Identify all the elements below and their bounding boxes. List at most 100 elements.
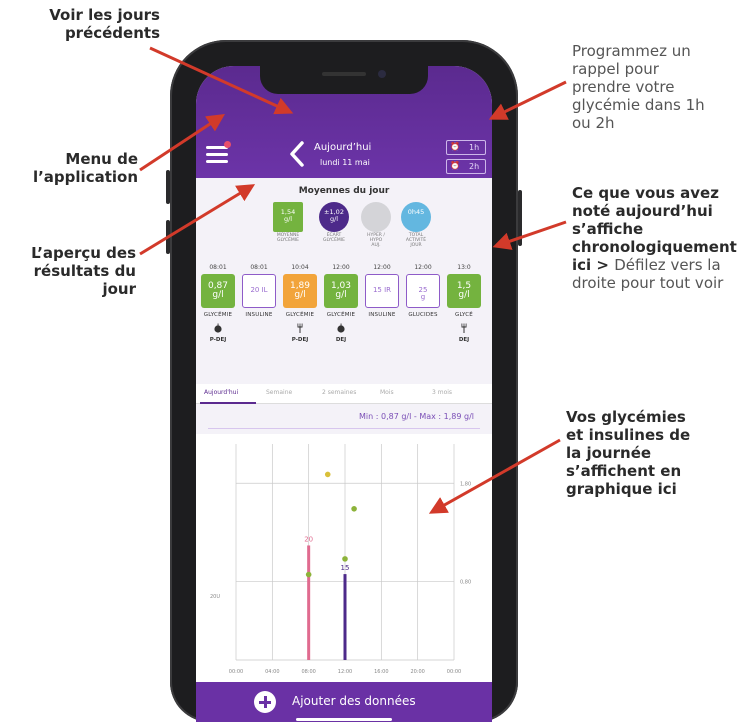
home-indicator [296,718,392,721]
active-tab-indicator [200,402,256,404]
y-tick-label: 0,80 [460,579,471,585]
period-tab[interactable]: 2 semaines [322,389,356,396]
average-label: HYPER / HYPO AUJ. [367,233,385,248]
entry-value: 20 IL [242,274,276,308]
period-tab[interactable]: Semaine [266,389,292,396]
x-tick-label: 12:00 [338,669,352,675]
phone-power-button [518,190,522,246]
insulin-bar [343,574,347,660]
reminder-1h-button[interactable]: ⏰ 1h [446,140,486,155]
insulin-bar-label: 20 [304,535,313,543]
reminder-2h-button[interactable]: ⏰ 2h [446,159,486,174]
entry-time: 12:00 [373,264,391,271]
x-tick-label: 08:00 [301,669,315,675]
y-tick-label: 1,80 [460,481,471,487]
entry-category: GLUCIDES [408,312,438,318]
fork-icon [461,323,467,333]
averages-title: Moyennes du jour [298,186,390,196]
apple-icon [337,323,345,333]
timeline-entry[interactable]: 08:01 0,87 g/l GLYCÉMIE P-DEJ [198,264,238,343]
fork-icon [297,323,303,333]
insulin-axis-label: 20U [210,594,220,600]
entry-value: 1,03 g/l [324,274,358,308]
daily-average-item: 1,54 g/l MOYENNE GLYCÉMIE [268,202,308,244]
entry-value: 0,87 g/l [201,274,235,308]
entry-meal: DEJ [458,337,470,343]
timeline-entry[interactable]: 13:0 1,5 g/l GLYCÉ DEJ [444,264,484,343]
entry-category: GLYCÉ [455,312,473,318]
entry-value: 15 IR [365,274,399,308]
entry-meal: P-DEJ [209,337,227,343]
entry-meal: P-DEJ [291,337,309,343]
phone-side-button [166,220,170,254]
alarm-clock-icon: ⏰ [450,161,460,170]
average-label: TOTAL ACTIVITÉ JOUR [405,233,427,248]
entry-time: 12:00 [414,264,432,271]
average-label: ÉCART GLYCÉMIE [323,233,345,243]
x-tick-label: 04:00 [265,669,279,675]
phone-notch [260,66,428,94]
entry-value: 25 g [406,274,440,308]
callout-menu: Menu de l’application [32,150,138,186]
notification-dot [224,141,231,148]
entry-category: GLYCÉMIE [203,312,233,318]
glycemia-insulin-chart: 00:00 04:00 08:00 12:00 16:00 20:00 00:00 1,80 0… [210,444,471,675]
entry-time: 13:0 [457,264,471,271]
timeline-entry[interactable]: 12:00 25 g GLUCIDES [403,264,443,318]
divider [208,428,480,429]
average-value [361,202,391,232]
glycemia-point [342,556,348,562]
period-tab[interactable]: Aujourd'hui [204,389,238,396]
apple-icon [214,323,222,333]
timeline-entry[interactable]: 10:04 1,89 g/l GLYCÉMIE P-DEJ [280,264,320,343]
add-data-button[interactable] [254,691,276,713]
entry-value: 1,89 g/l [283,274,317,308]
app-screen: Aujourd’hui lundi 11 mai ⏰ 1h ⏰ 2h Moyen… [196,66,492,722]
entry-category: GLYCÉMIE [285,312,315,318]
entry-time: 12:00 [332,264,350,271]
reminder-2h-label: 2h [469,162,480,171]
glycemia-point [305,571,312,578]
page-title: Aujourd’hui [314,142,372,153]
period-tab[interactable]: 3 mois [432,389,452,396]
entry-category: GLYCÉMIE [326,312,356,318]
insulin-bar [307,545,311,660]
callout-reminder: Programmez un rappel pour prendre votre … [572,42,705,132]
daily-chart: 00:00 04:00 08:00 12:00 16:00 20:00 00:00 1,80 0… [196,434,492,682]
phone-side-button [166,170,170,204]
daily-average-item: HYPER / HYPO AUJ. [356,202,396,249]
chevron-left-icon[interactable] [286,140,308,168]
x-tick-label: 00:00 [447,669,461,675]
add-data-bar: Ajouter des données [196,682,492,722]
callout-chart: Vos glycémies et insulines de la journée… [566,408,691,498]
timeline-entry[interactable]: 12:00 15 IR INSULINE [362,264,402,318]
average-value: 0h45 [401,202,431,232]
entry-time: 08:01 [209,264,227,271]
callout-chronological: Ce que vous avez noté aujourd’hui s’affi… [572,184,754,292]
daily-average-item: 0h45 TOTAL ACTIVITÉ JOUR [396,202,436,249]
callout-overview: L’aperçu des résultats du jour [31,244,136,298]
daily-timeline[interactable]: 08:01 0,87 g/l GLYCÉMIE P-DEJ 08:01 20 IL INSU… [196,264,492,374]
average-label: MOYENNE GLYCÉMIE [276,233,300,243]
period-tabs: Aujourd'hui Semaine 2 semaines Mois 3 mois [196,384,492,404]
phone-frame: Aujourd’hui lundi 11 mai ⏰ 1h ⏰ 2h Moyen… [166,40,522,722]
entry-time: 08:01 [250,264,268,271]
entry-meal: DEJ [335,337,347,343]
entry-value: 1,5 g/l [447,274,481,308]
page-date: lundi 11 mai [320,158,370,167]
callout-previous-days: Voir les jours précédents [49,6,160,42]
x-tick-label: 16:00 [374,669,388,675]
average-value: ±1,02 g/l [319,202,349,232]
glycemia-point [351,506,357,512]
add-data-label[interactable]: Ajouter des données [292,694,416,708]
x-tick-label: 20:00 [410,669,424,675]
alarm-clock-icon: ⏰ [450,142,460,151]
min-max-summary: Min : 0,87 g/l - Max : 1,89 g/l [359,412,474,421]
reminder-1h-label: 1h [469,143,480,152]
timeline-entry[interactable]: 12:00 1,03 g/l GLYCÉMIE DEJ [321,264,361,343]
entry-category: INSULINE [368,312,396,318]
period-tab[interactable]: Mois [380,389,394,396]
entry-category: INSULINE [245,312,273,318]
timeline-entry[interactable]: 08:01 20 IL INSULINE [239,264,279,318]
menu-icon[interactable] [206,146,228,164]
